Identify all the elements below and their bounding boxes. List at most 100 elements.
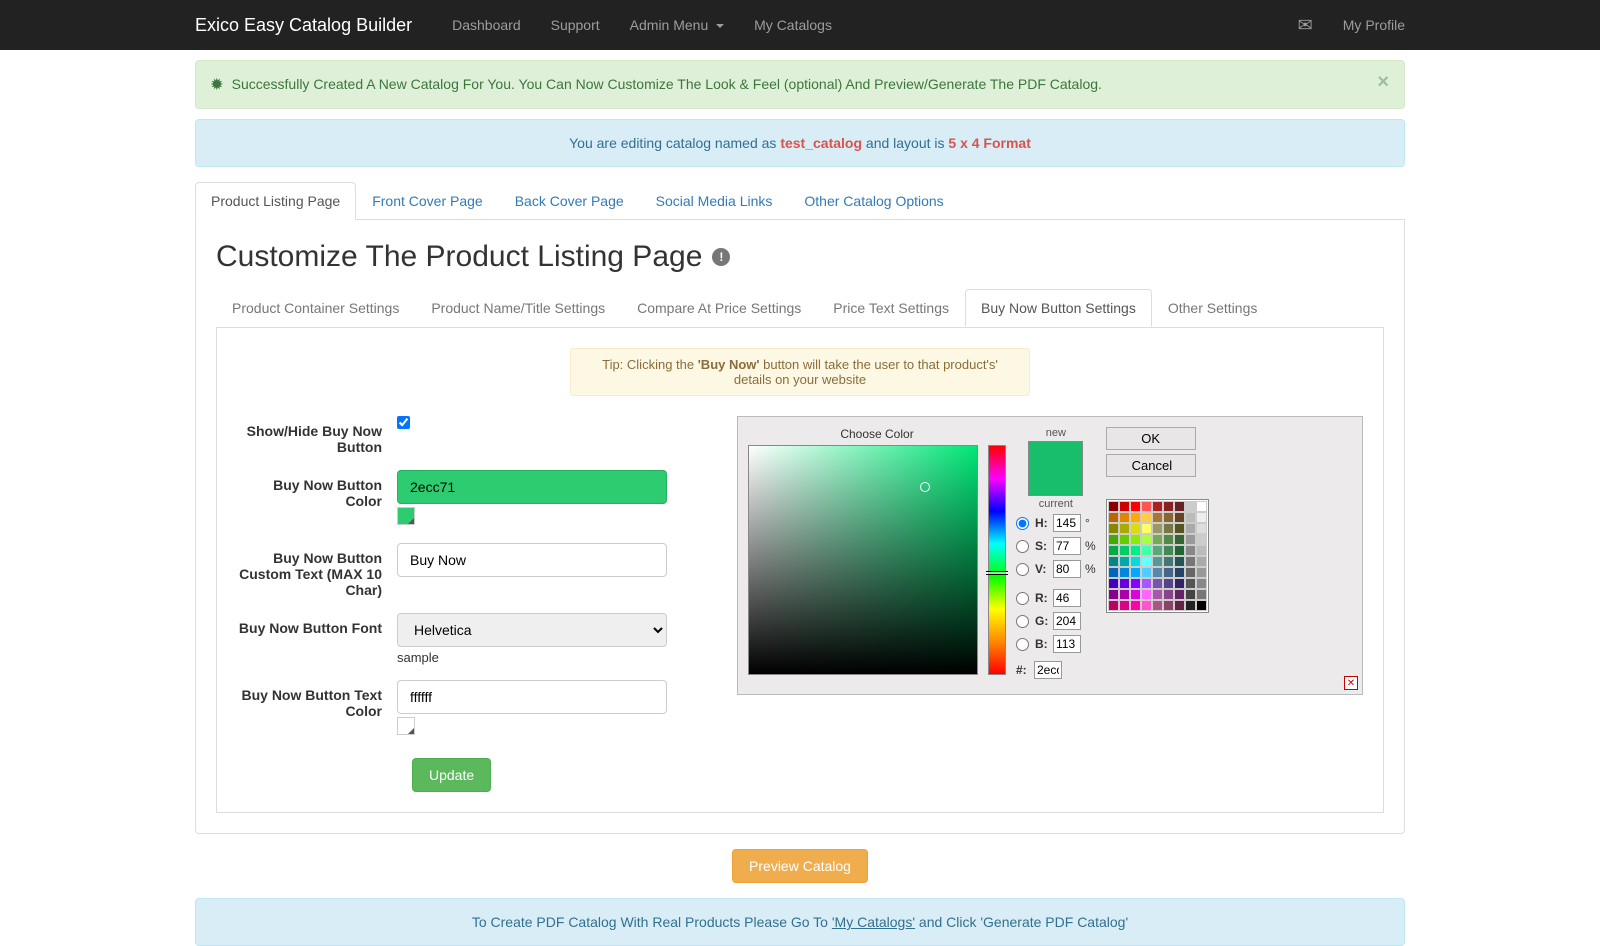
palette-cell[interactable] (1130, 600, 1141, 611)
subtab-other[interactable]: Other Settings (1152, 289, 1274, 327)
subtab-price-text[interactable]: Price Text Settings (817, 289, 965, 327)
nav-my-catalogs[interactable]: My Catalogs (739, 2, 847, 48)
palette-cell[interactable] (1108, 589, 1119, 600)
palette-cell[interactable] (1130, 523, 1141, 534)
palette-cell[interactable] (1141, 512, 1152, 523)
input-b[interactable] (1053, 635, 1081, 653)
palette-cell[interactable] (1163, 578, 1174, 589)
radio-v[interactable] (1016, 563, 1029, 576)
input-hex[interactable] (1034, 661, 1062, 679)
nav-my-profile[interactable]: My Profile (1328, 2, 1420, 48)
palette-cell[interactable] (1174, 556, 1185, 567)
palette-cell[interactable] (1108, 600, 1119, 611)
palette-cell[interactable] (1163, 501, 1174, 512)
input-g[interactable] (1053, 612, 1081, 630)
nav-support[interactable]: Support (536, 2, 615, 48)
palette-cell[interactable] (1152, 600, 1163, 611)
palette-cell[interactable] (1174, 523, 1185, 534)
palette-cell[interactable] (1119, 523, 1130, 534)
alert-close-button[interactable]: × (1377, 71, 1389, 94)
palette-cell[interactable] (1174, 578, 1185, 589)
palette-cell[interactable] (1119, 578, 1130, 589)
palette-cell[interactable] (1174, 534, 1185, 545)
palette-cell[interactable] (1130, 578, 1141, 589)
palette-cell[interactable] (1196, 523, 1207, 534)
palette-cell[interactable] (1174, 501, 1185, 512)
palette-cell[interactable] (1141, 578, 1152, 589)
palette-cell[interactable] (1163, 523, 1174, 534)
palette-cell[interactable] (1185, 523, 1196, 534)
picker-ok-button[interactable]: OK (1106, 427, 1196, 450)
palette-cell[interactable] (1185, 512, 1196, 523)
sv-panel[interactable] (748, 445, 978, 675)
palette-cell[interactable] (1185, 556, 1196, 567)
palette-cell[interactable] (1174, 567, 1185, 578)
palette-cell[interactable] (1174, 600, 1185, 611)
palette-cell[interactable] (1152, 589, 1163, 600)
input-button-color[interactable] (397, 470, 667, 504)
palette-cell[interactable] (1141, 600, 1152, 611)
palette-cell[interactable] (1174, 589, 1185, 600)
input-h[interactable] (1053, 514, 1081, 532)
tab-back-cover[interactable]: Back Cover Page (499, 182, 640, 220)
palette-cell[interactable] (1130, 556, 1141, 567)
palette-cell[interactable] (1141, 567, 1152, 578)
palette-cell[interactable] (1108, 523, 1119, 534)
palette-cell[interactable] (1196, 556, 1207, 567)
palette-cell[interactable] (1174, 545, 1185, 556)
color-palette[interactable] (1106, 499, 1209, 613)
palette-cell[interactable] (1185, 600, 1196, 611)
palette-cell[interactable] (1152, 512, 1163, 523)
palette-cell[interactable] (1152, 545, 1163, 556)
input-r[interactable] (1053, 589, 1081, 607)
tab-other-options[interactable]: Other Catalog Options (788, 182, 959, 220)
palette-cell[interactable] (1130, 567, 1141, 578)
palette-cell[interactable] (1152, 567, 1163, 578)
palette-cell[interactable] (1108, 501, 1119, 512)
palette-cell[interactable] (1108, 578, 1119, 589)
palette-cell[interactable] (1196, 512, 1207, 523)
palette-cell[interactable] (1141, 534, 1152, 545)
checkbox-show-hide[interactable] (397, 416, 410, 429)
palette-cell[interactable] (1119, 501, 1130, 512)
nav-dashboard[interactable]: Dashboard (437, 2, 536, 48)
palette-cell[interactable] (1119, 589, 1130, 600)
radio-r[interactable] (1016, 592, 1029, 605)
palette-cell[interactable] (1141, 523, 1152, 534)
tab-front-cover[interactable]: Front Cover Page (356, 182, 499, 220)
picker-close-button[interactable]: ✕ (1344, 676, 1358, 690)
palette-cell[interactable] (1196, 589, 1207, 600)
color-swatch-text[interactable] (397, 717, 415, 735)
palette-cell[interactable] (1196, 578, 1207, 589)
palette-cell[interactable] (1130, 501, 1141, 512)
palette-cell[interactable] (1130, 512, 1141, 523)
palette-cell[interactable] (1119, 512, 1130, 523)
palette-cell[interactable] (1119, 556, 1130, 567)
radio-b[interactable] (1016, 638, 1029, 651)
input-text-color[interactable] (397, 680, 667, 714)
hue-bar[interactable] (988, 445, 1006, 675)
palette-cell[interactable] (1163, 556, 1174, 567)
radio-s[interactable] (1016, 540, 1029, 553)
palette-cell[interactable] (1185, 501, 1196, 512)
palette-cell[interactable] (1152, 578, 1163, 589)
palette-cell[interactable] (1130, 545, 1141, 556)
info-icon[interactable]: ! (712, 248, 730, 266)
subtab-buy-now[interactable]: Buy Now Button Settings (965, 289, 1152, 327)
palette-cell[interactable] (1130, 534, 1141, 545)
radio-g[interactable] (1016, 615, 1029, 628)
subtab-compare-price[interactable]: Compare At Price Settings (621, 289, 817, 327)
palette-cell[interactable] (1108, 556, 1119, 567)
sv-cursor[interactable] (920, 482, 930, 492)
palette-cell[interactable] (1141, 556, 1152, 567)
palette-cell[interactable] (1185, 589, 1196, 600)
my-catalogs-link[interactable]: 'My Catalogs' (832, 914, 915, 930)
palette-cell[interactable] (1163, 545, 1174, 556)
palette-cell[interactable] (1196, 545, 1207, 556)
palette-cell[interactable] (1119, 600, 1130, 611)
subtab-product-container[interactable]: Product Container Settings (216, 289, 415, 327)
palette-cell[interactable] (1185, 534, 1196, 545)
palette-cell[interactable] (1196, 501, 1207, 512)
input-v[interactable] (1053, 560, 1081, 578)
palette-cell[interactable] (1108, 534, 1119, 545)
